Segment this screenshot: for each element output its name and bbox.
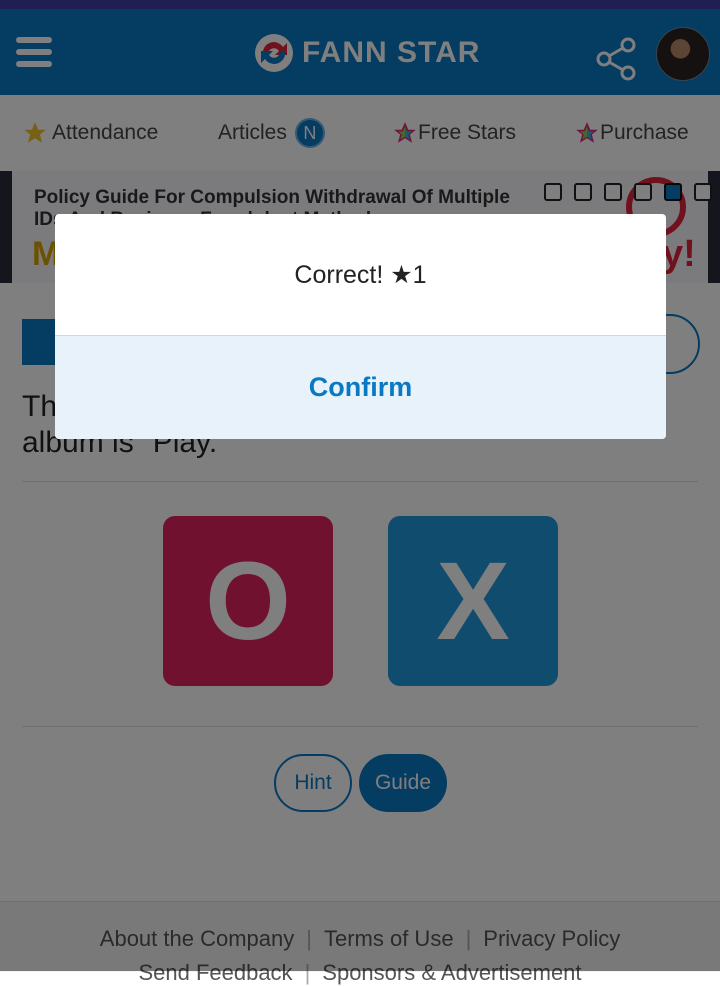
confirm-button[interactable]: Confirm bbox=[55, 336, 666, 439]
dialog-message: Correct! ★1 bbox=[55, 214, 666, 336]
result-dialog: Correct! ★1 Confirm bbox=[55, 214, 666, 439]
modal-overlay[interactable] bbox=[0, 0, 720, 971]
